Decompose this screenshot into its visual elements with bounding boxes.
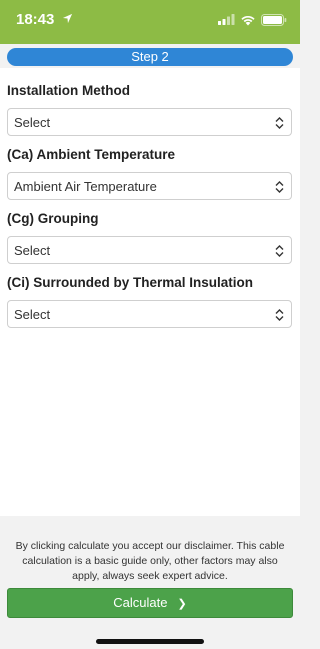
installation-method-select[interactable]: Select bbox=[7, 108, 292, 136]
grouping-select[interactable]: Select bbox=[7, 236, 292, 264]
thermal-insulation-label: (Ci) Surrounded by Thermal Insulation bbox=[7, 275, 254, 290]
battery-icon bbox=[261, 14, 287, 26]
form-area: Installation Method Select (Ca) Ambient … bbox=[0, 68, 300, 516]
calculate-label: Calculate bbox=[113, 595, 168, 610]
ambient-temperature-label: (Ca) Ambient Temperature bbox=[7, 147, 176, 162]
installation-method-label: Installation Method bbox=[7, 83, 130, 98]
wifi-icon bbox=[241, 15, 255, 26]
home-indicator[interactable] bbox=[96, 639, 204, 644]
grouping-label: (Cg) Grouping bbox=[7, 211, 99, 226]
thermal-insulation-value: Select bbox=[14, 307, 51, 322]
select-chevron-icon bbox=[275, 117, 284, 129]
footer: By clicking calculate you accept our dis… bbox=[0, 516, 300, 649]
grouping-value: Select bbox=[14, 243, 51, 258]
signal-icon bbox=[218, 14, 235, 25]
disclaimer-text: By clicking calculate you accept our dis… bbox=[15, 540, 285, 582]
select-chevron-icon bbox=[275, 309, 284, 321]
thermal-insulation-select[interactable]: Select bbox=[7, 300, 292, 328]
status-time: 18:43 bbox=[16, 11, 55, 28]
select-chevron-icon bbox=[275, 181, 284, 193]
chevron-right-icon: ❯ bbox=[177, 598, 187, 610]
status-bar: 18:43 bbox=[0, 0, 300, 44]
step-indicator: Step 2 bbox=[7, 48, 293, 66]
ambient-temperature-select[interactable]: Ambient Air Temperature bbox=[7, 172, 292, 200]
select-chevron-icon bbox=[275, 245, 284, 257]
installation-method-value: Select bbox=[14, 115, 51, 130]
location-arrow-icon bbox=[62, 13, 73, 24]
calculate-button[interactable]: Calculate ❯ bbox=[7, 588, 293, 618]
ambient-temperature-value: Ambient Air Temperature bbox=[14, 179, 157, 194]
